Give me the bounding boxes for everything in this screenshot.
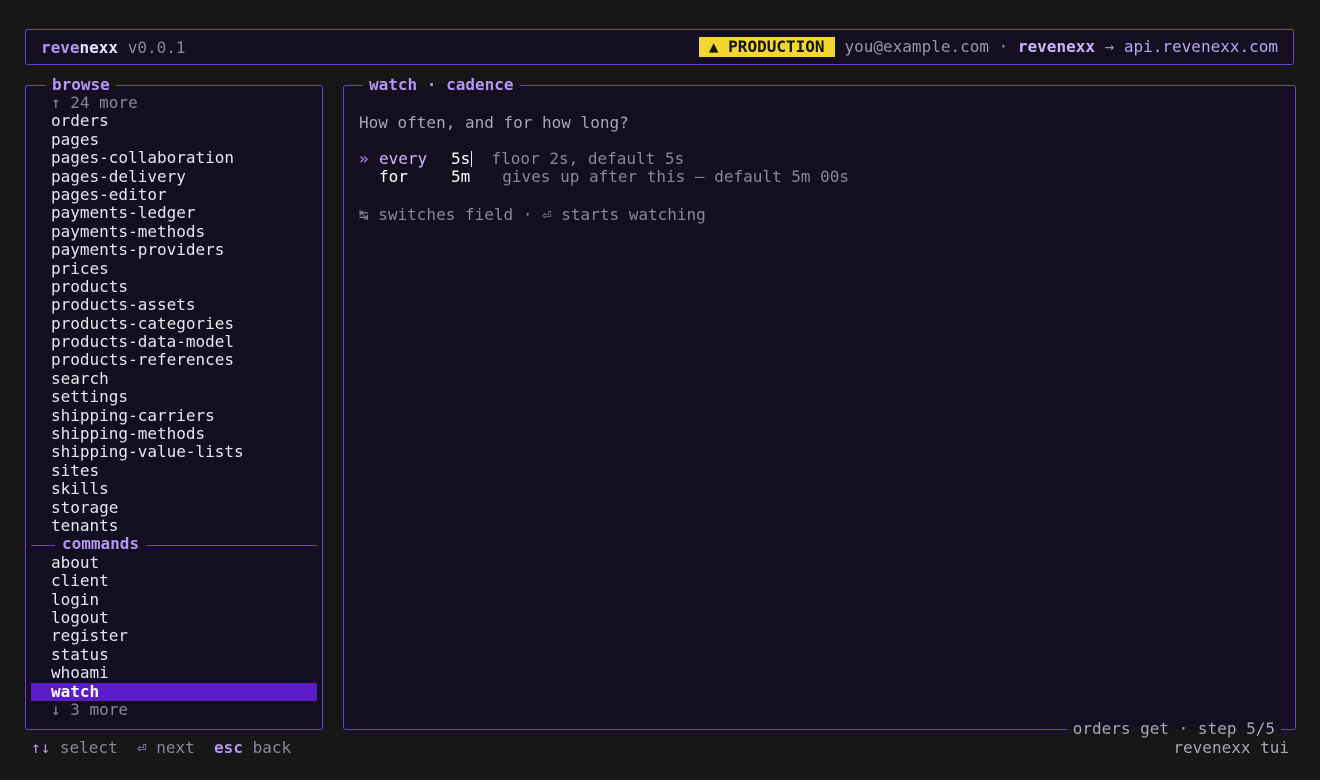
focus-caret-icon: » [359,149,369,168]
more-below-indicator[interactable]: ↓ 3 more [26,700,322,719]
target-host: api.revenexx.com [1123,37,1278,56]
sidebar-item-status[interactable]: status [26,645,322,664]
sidebar-item-tenants[interactable]: tenants [26,516,322,535]
sidebar-item-sites[interactable]: sites [26,461,322,480]
back-hint: back [242,738,292,757]
every-input[interactable]: 5s [451,149,473,168]
sidebar-item-watch[interactable]: watch [31,682,317,701]
app-brand: revenexx v0.0.1 [41,38,186,58]
form-prompt: How often, and for how long? [359,113,629,132]
sidebar-item-pages-collaboration[interactable]: pages-collaboration [26,148,322,167]
every-label: every [379,149,428,168]
every-value: 5s [451,149,471,168]
sidebar-item-payments-methods[interactable]: payments-methods [26,222,322,241]
main-panel: watch · cadence How often, and for how l… [343,75,1296,738]
environment-badge: ▲ PRODUCTION [698,37,835,57]
status-bar: ↑↓ select ⏎ next esc back [31,738,291,758]
sidebar-item-settings[interactable]: settings [26,387,322,406]
enter-key-icon: ⏎ [136,738,147,757]
every-hint: floor 2s, default 5s [472,149,685,168]
commands-section-header: commands [31,534,317,554]
for-input[interactable]: 5m [451,168,470,186]
main-panel-title: watch · cadence [363,75,520,95]
sidebar-item-client[interactable]: client [26,571,322,590]
header-context: ▲ PRODUCTION you@example.com · revenexx →… [698,37,1278,57]
sidebar-item-search[interactable]: search [26,369,322,388]
app-version: v0.0.1 [127,38,186,57]
step-indicator: orders get · step 5/5 [1066,720,1295,738]
target-name: revenexx [1017,37,1095,56]
for-field[interactable]: for 5m gives up after this — default 5m 00… [359,168,849,186]
form-keyhint: ↹ switches field · ⏎ starts watching [359,205,706,224]
sidebar-item-skills[interactable]: skills [26,479,322,498]
logo-part-1: reve [41,38,80,57]
step-indicator-text: orders get · step 5/5 [1066,720,1281,738]
terminal-window: revenexx v0.0.1 ▲ PRODUCTION you@example.… [0,0,1320,780]
sidebar-item-shipping-methods[interactable]: shipping-methods [26,424,322,443]
select-hint: select [50,738,137,757]
sidebar-item-prices[interactable]: prices [26,259,322,278]
sidebar-item-login[interactable]: login [26,590,322,609]
every-field[interactable]: » every 5s floor 2s, default 5s [359,150,684,168]
caret-spacer [359,168,379,186]
sidebar-item-shipping-value-lists[interactable]: shipping-value-lists [26,443,322,462]
header-separator: · [989,37,1018,56]
browse-section-title: browse [46,75,116,95]
sidebar-item-products-assets[interactable]: products-assets [26,295,322,314]
logo-part-2: nexx [79,38,119,57]
for-value: 5m [451,167,471,186]
sidebar-item-shipping-carriers[interactable]: shipping-carriers [26,406,322,425]
step-indicator-rule [1287,728,1295,730]
arrow-icon: → [1094,37,1124,56]
sidebar-item-products-references[interactable]: products-references [26,351,322,370]
account-email: you@example.com [844,37,990,56]
sidebar-item-pages-editor[interactable]: pages-editor [26,185,322,204]
more-above-indicator[interactable]: ↑ 24 more [26,93,322,112]
tui-label: revenexx tui [1173,738,1289,757]
sidebar-panel: browse ↑ 24 more orders pages pages-collab… [25,75,323,730]
sidebar-item-products[interactable]: products [26,277,322,296]
for-hint: gives up after this — default 5m 00s [502,167,850,186]
sidebar-item-about[interactable]: about [26,553,322,572]
esc-key: esc [214,738,243,757]
sidebar-item-pages[interactable]: pages [26,130,322,149]
sidebar-item-orders[interactable]: orders [26,111,322,130]
sidebar-item-whoami[interactable]: whoami [26,663,322,682]
sidebar-item-register[interactable]: register [26,626,322,645]
sidebar-item-pages-delivery[interactable]: pages-delivery [26,167,322,186]
header-bar: revenexx v0.0.1 ▲ PRODUCTION you@example.… [25,29,1294,65]
sidebar-item-payments-providers[interactable]: payments-providers [26,240,322,259]
sidebar-list[interactable]: ↑ 24 more orders pages pages-collaboration… [26,93,322,719]
commands-section-title: commands [55,534,147,554]
for-label: for [379,167,408,186]
sidebar-item-products-data-model[interactable]: products-data-model [26,332,322,351]
sidebar-item-payments-ledger[interactable]: payments-ledger [26,203,322,222]
next-hint: next [146,738,215,757]
sidebar-item-products-categories[interactable]: products-categories [26,314,322,333]
sidebar-item-storage[interactable]: storage [26,498,322,517]
arrows-key-icon: ↑↓ [31,738,51,757]
sidebar-item-logout[interactable]: logout [26,608,322,627]
